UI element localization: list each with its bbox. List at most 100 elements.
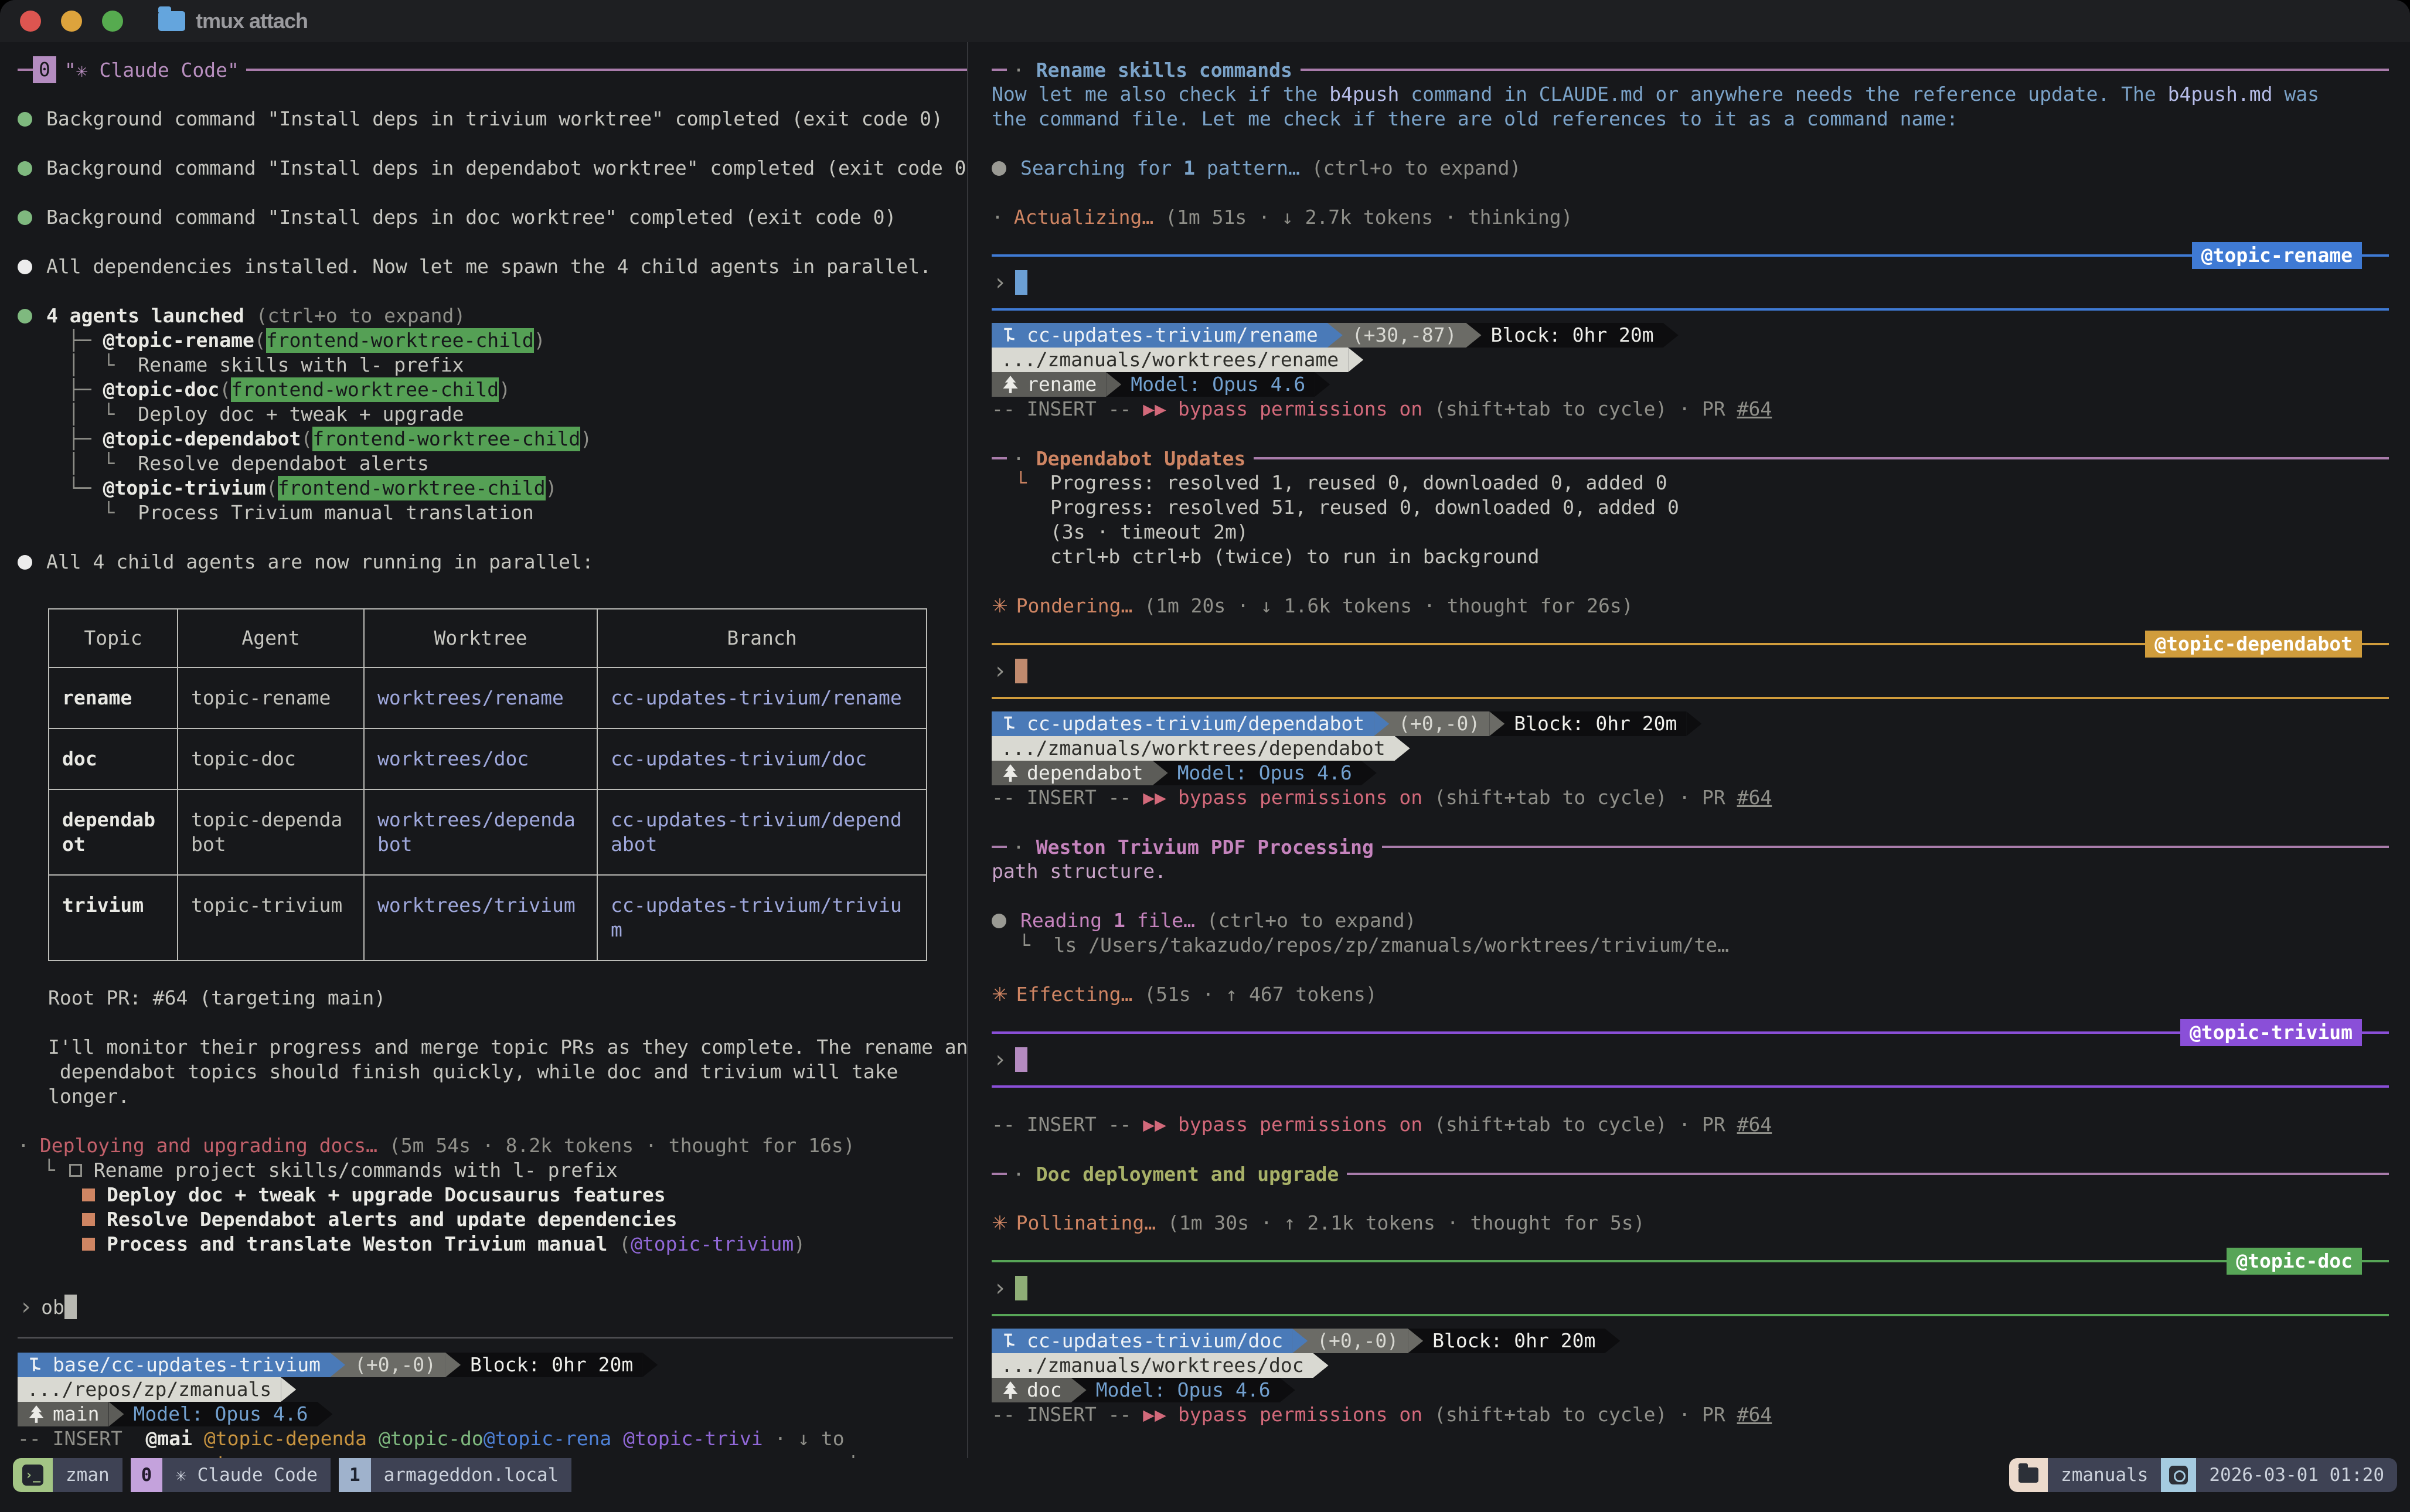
tree-task: │ └ Resolve dependabot alerts bbox=[68, 451, 967, 476]
zoom-button[interactable] bbox=[102, 11, 123, 32]
agents-launched-line: 4 agents launched (ctrl+o to expand) bbox=[18, 304, 967, 328]
pr-link[interactable]: #64 bbox=[1737, 1112, 1772, 1137]
fast-forward-icon: ▶▶ bbox=[1143, 1112, 1178, 1137]
tmux-statusbar: ›_ zman 0 ✳ Claude Code 1 armageddon.loc… bbox=[0, 1458, 2410, 1492]
activity-verb: Pondering… bbox=[1016, 594, 1145, 618]
window-1-name[interactable]: armageddon.local bbox=[371, 1458, 572, 1492]
agent-type-chip: frontend-worktree-child bbox=[266, 328, 534, 353]
tree-task: │ └ Rename skills with l- prefix bbox=[68, 353, 967, 377]
branch-segment: cc-updates-trivium/doc bbox=[992, 1329, 1292, 1353]
agent-badge-doc[interactable]: @topic-doc bbox=[2227, 1248, 2362, 1275]
pr-link[interactable]: #64 bbox=[1737, 1402, 1772, 1427]
mode-line: -- INSERT @mai @topic-dependa @topic-do@… bbox=[18, 1426, 967, 1451]
tree-agent: ├─ @topic-doc(frontend-worktree-child) bbox=[68, 377, 967, 402]
window-controls bbox=[20, 11, 123, 32]
tree-icon bbox=[1001, 375, 1020, 394]
pane-orchestrator: 0 "✳ Claude Code" Background command "In… bbox=[0, 42, 967, 1458]
close-button[interactable] bbox=[20, 11, 41, 32]
prompt-chevron-icon: › bbox=[993, 658, 1007, 685]
activity-meta: (1m 30s · ↑ 2.1k tokens · thought for 5s… bbox=[1167, 1211, 1645, 1235]
pane-agents: · Rename skills commands Now let me also… bbox=[968, 42, 2410, 1458]
window-0-index[interactable]: 0 bbox=[131, 1458, 163, 1492]
agent-type-chip: frontend-worktree-child bbox=[278, 476, 546, 500]
statusline-row-path: .../zmanuals/worktrees/dependabot bbox=[992, 736, 2389, 761]
agent-tree: ├─ @topic-rename(frontend-worktree-child… bbox=[68, 328, 967, 525]
agent-mention: @topic-trivium bbox=[631, 1232, 794, 1256]
diff-segment: (+30,-87) bbox=[1343, 323, 1466, 348]
tree-icon bbox=[27, 1405, 46, 1424]
activity-verb: Effecting… bbox=[1016, 982, 1145, 1007]
prompt-chevron-icon: › bbox=[993, 269, 1007, 296]
mode-line: -- INSERT -- ▶▶ bypass permissions on (s… bbox=[992, 1402, 2389, 1427]
worktree-segment: doc bbox=[992, 1378, 1071, 1402]
prompt-input-dependabot[interactable]: › bbox=[992, 658, 2389, 685]
worktree-segment: main bbox=[18, 1402, 108, 1426]
event-line: Background command "Install deps in triv… bbox=[18, 107, 967, 131]
section-title: Dependabot Updates bbox=[1036, 447, 1246, 470]
activity-verb: Pollinating… bbox=[1016, 1211, 1167, 1235]
diff-segment: (+0,-0) bbox=[345, 1353, 445, 1377]
monitor-note: dependabot topics should finish quickly,… bbox=[48, 1060, 967, 1084]
prompt-input[interactable]: › ob bbox=[18, 1293, 967, 1320]
section-rule: · Dependabot Updates bbox=[992, 446, 2389, 471]
agent-badge-rename[interactable]: @topic-rename bbox=[2192, 242, 2362, 269]
prompt-input-trivium[interactable]: › bbox=[992, 1046, 2389, 1073]
section-rule: · Rename skills commands bbox=[992, 57, 2389, 82]
model-segment: Model: Opus 4.6 bbox=[1121, 372, 1315, 397]
activity-meta: (1m 51s · ↓ 2.7k tokens · thinking) bbox=[1165, 205, 1572, 230]
agent-border-bottom bbox=[992, 1073, 2389, 1100]
section-title: Rename skills commands bbox=[1036, 59, 1292, 81]
statusline-row-path: .../repos/zp/zmanuals bbox=[18, 1377, 967, 1402]
todo-open-icon bbox=[69, 1164, 82, 1177]
statusline-row-path: .../zmanuals/worktrees/rename bbox=[992, 348, 2389, 372]
assistant-message: All dependencies installed. Now let me s… bbox=[18, 254, 967, 279]
tree-agent: └─ @topic-trivium(frontend-worktree-chil… bbox=[68, 476, 967, 500]
fast-forward-icon: ▶▶ bbox=[1143, 1402, 1178, 1427]
prompt-chevron-icon: › bbox=[19, 1293, 33, 1320]
diff-segment: (+0,-0) bbox=[1308, 1329, 1408, 1353]
agent-mention: @topic-dependabot bbox=[103, 427, 301, 451]
activity-line: ✳ Effecting… (51s · ↑ 467 tokens) bbox=[992, 982, 2389, 1007]
minimize-button[interactable] bbox=[61, 11, 82, 32]
agent-type-chip: frontend-worktree-child bbox=[312, 427, 580, 451]
todo-active-icon bbox=[82, 1213, 95, 1226]
window-0-name[interactable]: ✳ Claude Code bbox=[162, 1458, 331, 1492]
mode-line-wrap: -- ot e m expand bbox=[18, 1451, 967, 1458]
pr-link[interactable]: #64 bbox=[1737, 397, 1772, 421]
window-1-index[interactable]: 1 bbox=[339, 1458, 371, 1492]
activity-line: ✳ Pondering… (1m 20s · ↓ 1.6k tokens · t… bbox=[992, 594, 2389, 618]
mode-line: -- INSERT -- ▶▶ bypass permissions on (s… bbox=[992, 785, 2389, 810]
todo-item: Process and translate Weston Trivium man… bbox=[80, 1232, 967, 1256]
pr-link[interactable]: #64 bbox=[1737, 785, 1772, 810]
spinner-star-icon: ✳ bbox=[992, 1211, 1008, 1235]
prompt-input-rename[interactable]: › bbox=[992, 269, 2389, 296]
table-row: doc topic-doc worktrees/doc cc-updates-t… bbox=[49, 728, 927, 789]
table-row: trivium topic-trivium worktrees/trivium … bbox=[49, 875, 927, 961]
assistant-message: All 4 child agents are now running in pa… bbox=[18, 550, 967, 574]
statusline-row-path: .../zmanuals/worktrees/doc bbox=[992, 1353, 2389, 1378]
agent-border-trivium: @topic-trivium bbox=[992, 1019, 2389, 1046]
statusline-row-model: dependabot Model: Opus 4.6 bbox=[992, 761, 2389, 785]
todo-active-icon bbox=[82, 1189, 95, 1201]
activity-meta: (51s · ↑ 467 tokens) bbox=[1144, 982, 1377, 1007]
activity-verb: Deploying and upgrading docs… bbox=[40, 1133, 389, 1158]
progress-line: (3s · timeout 2m) bbox=[1050, 520, 2389, 544]
code-token: b4push.md bbox=[2168, 82, 2273, 107]
worktree-branch-icon bbox=[1001, 714, 1020, 733]
block-segment: Block: 0hr 20m bbox=[461, 1353, 642, 1377]
mode-line: -- INSERT -- ▶▶ bypass permissions on (s… bbox=[992, 1112, 2389, 1137]
agent-badge-dependabot[interactable]: @topic-dependabot bbox=[2145, 631, 2362, 658]
input-divider bbox=[18, 1337, 953, 1339]
statusline-row-branch: cc-updates-trivium/rename (+30,-87) Bloc… bbox=[992, 323, 2389, 348]
agent-badge-trivium[interactable]: @topic-trivium bbox=[2180, 1019, 2362, 1046]
prompt-input-doc[interactable]: › bbox=[992, 1275, 2389, 1302]
todo-item: └ Rename project skills/commands with l-… bbox=[43, 1158, 967, 1183]
spinner-star-icon: ✳ bbox=[992, 982, 1008, 1007]
statusline-row-branch: base/cc-updates-trivium (+0,-0) Block: 0… bbox=[18, 1353, 967, 1377]
pane-title-row: 0 "✳ Claude Code" bbox=[18, 57, 967, 82]
fast-forward-icon: ▶▶ bbox=[1143, 785, 1178, 810]
diff-segment: (+0,-0) bbox=[1389, 711, 1489, 736]
model-segment: Model: Opus 4.6 bbox=[124, 1402, 317, 1426]
host-name: zmanuals bbox=[2048, 1458, 2161, 1492]
tree-agent: ├─ @topic-dependabot(frontend-worktree-c… bbox=[68, 427, 967, 451]
